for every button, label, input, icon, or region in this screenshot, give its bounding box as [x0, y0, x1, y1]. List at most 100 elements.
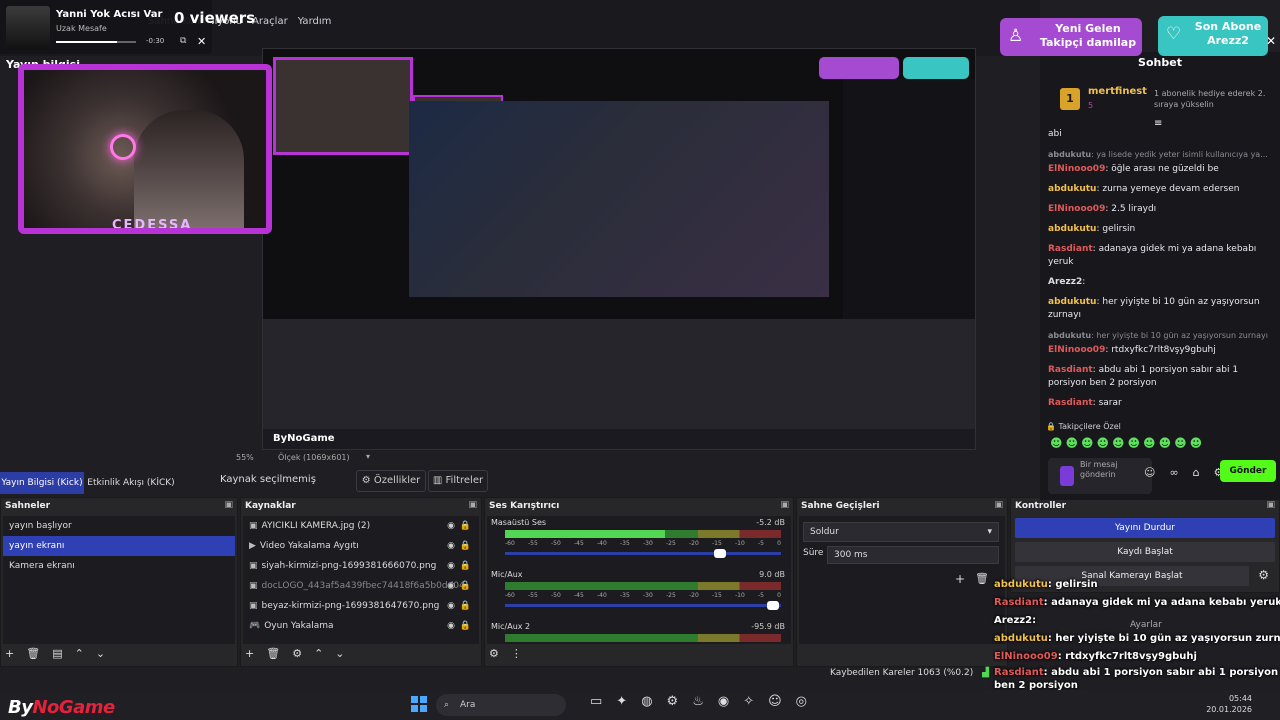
chat-username[interactable]: ElNinooo09 [1048, 204, 1105, 214]
gear-icon[interactable]: ⚙ [292, 647, 302, 663]
dock-menu-icon[interactable]: ▣ [780, 500, 789, 510]
close-icon[interactable]: ✕ [197, 35, 206, 48]
spotify-icon[interactable]: ◉ [718, 694, 729, 709]
chevron-down-icon[interactable]: ▾ [366, 452, 370, 461]
close-icon[interactable]: ✕ [1266, 34, 1276, 48]
add-icon[interactable]: + [955, 572, 965, 586]
lock-icon[interactable]: 🔒 [460, 536, 471, 556]
filter-icon[interactable]: ▤ [52, 647, 62, 663]
windows-start-icon[interactable] [411, 696, 427, 712]
chat-username[interactable]: ElNinooo09 [1048, 164, 1105, 174]
link-icon[interactable]: ∞ [1169, 466, 1178, 479]
zoom-level[interactable]: 55% [236, 453, 254, 462]
chat-message[interactable]: ElNinooo09: öğle arası ne güzeldi be [1048, 163, 1276, 176]
dock-menu-icon[interactable]: ▣ [468, 500, 477, 510]
send-button[interactable]: Gönder [1220, 460, 1276, 482]
settings-icon[interactable]: ⚙ [667, 694, 679, 709]
chat-username[interactable]: abdukutu [1048, 150, 1091, 159]
lock-icon[interactable]: 🔒 [460, 596, 471, 616]
gear-icon[interactable]: ⚙ [489, 647, 499, 663]
gift-icon[interactable]: ⌂ [1193, 466, 1200, 479]
chat-username[interactable]: abdukutu [1048, 224, 1096, 234]
volume-handle[interactable] [766, 601, 779, 610]
preview-canvas[interactable]: ByNoGame [262, 48, 976, 450]
dock-menu-icon[interactable]: ▣ [224, 500, 233, 510]
leader-name[interactable]: mertfinest [1088, 86, 1147, 97]
source-item[interactable]: ▶ Video Yakalama Aygıtı ◉ 🔒 [243, 536, 479, 556]
volume-handle[interactable] [714, 549, 727, 558]
chevron-up-icon[interactable]: ⌃ [314, 647, 323, 663]
chat-username[interactable]: ElNinooo09 [1048, 345, 1105, 355]
obs-icon[interactable]: ◎ [796, 694, 807, 709]
track-progress[interactable] [56, 41, 136, 43]
trash-icon[interactable]: 🗑 [975, 572, 989, 585]
discord-icon[interactable]: ☺ [768, 694, 782, 709]
canvas-size[interactable]: Ölçek (1069x601) [278, 453, 350, 462]
scene-item[interactable]: Kamera ekranı [3, 556, 235, 576]
chat-message[interactable]: ElNinooo09: rtdxyfkc7rlt8vşy9gbuhj [1048, 344, 1276, 357]
lock-icon[interactable]: 🔒 [460, 516, 471, 536]
properties-button[interactable]: ⚙ Özellikler [356, 470, 426, 492]
dock-menu-icon[interactable]: ▣ [994, 500, 1003, 510]
trash-icon[interactable]: 🗑 [26, 647, 40, 663]
chat-username[interactable]: Rasdiant [1048, 365, 1093, 375]
source-item[interactable]: ▣ AYICIKLI KAMERA.jpg (2) ◉ 🔒 [243, 516, 479, 536]
scene-item[interactable]: yayın başlıyor [3, 516, 235, 536]
steam-icon[interactable]: ♨ [692, 694, 704, 709]
chat-message[interactable]: Rasdiant: adanaya gidek mi ya adana keba… [1048, 243, 1276, 269]
source-item[interactable]: ▣ beyaz-kirmizi-png-1699381647670.png ◉ 🔒 [243, 596, 479, 616]
lock-icon[interactable]: 🔒 [460, 576, 471, 596]
start-recording-button[interactable]: Kaydı Başlat [1015, 542, 1275, 562]
copilot-icon[interactable]: ✦ [616, 694, 627, 709]
eye-icon[interactable]: ◉ [447, 616, 455, 636]
popout-icon[interactable]: ⧉ [180, 36, 186, 46]
tab-activity-feed[interactable]: Etkinlik Akışı (KİCK) [86, 472, 176, 494]
chevron-down-icon[interactable]: ⌄ [335, 647, 344, 663]
eye-icon[interactable]: ◉ [447, 516, 455, 536]
add-icon[interactable]: + [5, 647, 14, 663]
chat-message[interactable]: abdukutu: ya lisede yedik yeter isimli k… [1048, 148, 1276, 161]
tab-stream-info[interactable]: Yayın Bilgisi (Kick) [0, 472, 84, 494]
chat-message[interactable]: Rasdiant: abdu abi 1 porsiyon sabır abi … [1048, 364, 1276, 390]
eye-icon[interactable]: ◉ [447, 576, 455, 596]
file-explorer-icon[interactable]: ▭ [590, 694, 602, 709]
lock-icon[interactable]: 🔒 [460, 616, 471, 636]
menu-item[interactable]: Araçlar [252, 16, 288, 27]
emoji-icon[interactable]: ☺ [1144, 466, 1155, 479]
chat-username[interactable]: abdukutu [1048, 184, 1096, 194]
volume-slider[interactable] [505, 549, 781, 558]
taskbar-search[interactable]: ⌕ Ara [436, 694, 566, 716]
stop-stream-button[interactable]: Yayını Durdur [1015, 518, 1275, 538]
eye-icon[interactable]: ◉ [447, 596, 455, 616]
chat-message[interactable]: ElNinooo09: 2.5 liraydı [1048, 203, 1276, 216]
chat-username[interactable]: Arezz2 [1048, 277, 1082, 287]
source-item[interactable]: 🎮 Oyun Yakalama ◉ 🔒 [243, 616, 479, 636]
chevron-down-icon[interactable]: ⌄ [96, 647, 105, 663]
menu-item[interactable]: Yardım [298, 16, 332, 27]
source-item[interactable]: ▣ siyah-kirmizi-png-1699381666070.png ◉ 🔒 [243, 556, 479, 576]
chat-username[interactable]: abdukutu [1048, 331, 1091, 340]
source-item[interactable]: ▣ docLOGO_443af5a439fbec74418f6a5b0dd04 ◉ 🔒 [243, 576, 479, 596]
lock-icon[interactable]: 🔒 [460, 556, 471, 576]
game-icon[interactable]: ✧ [743, 694, 754, 709]
chat-message[interactable]: Rasdiant: sarar [1048, 397, 1276, 410]
chat-username[interactable]: abdukutu [1048, 297, 1096, 307]
chat-message[interactable]: Arezz2: [1048, 276, 1276, 289]
chat-message[interactable]: abdukutu: her yiyişte bi 10 gün az yaşıy… [1048, 296, 1276, 322]
chat-message[interactable]: abdukutu: zurna yemeye devam edersen [1048, 183, 1276, 196]
clock[interactable]: 05:44 20.01.2026 [1200, 693, 1252, 715]
chat-message[interactable]: abdukutu: her yiyişte bi 10 gün az yaşıy… [1048, 329, 1276, 342]
chat-message[interactable]: abdukutu: gelirsin [1048, 223, 1276, 236]
filters-button[interactable]: ▥ Filtreler [428, 470, 488, 492]
eye-icon[interactable]: ◉ [447, 536, 455, 556]
chat-username[interactable]: Rasdiant [1048, 398, 1093, 408]
chat-message[interactable]: abi [1048, 128, 1276, 141]
trash-icon[interactable]: 🗑 [266, 647, 280, 663]
more-icon[interactable]: ⋮ [511, 647, 522, 663]
edge-icon[interactable]: ◍ [641, 694, 652, 709]
dock-menu-icon[interactable]: ▣ [1266, 500, 1275, 510]
chevron-up-icon[interactable]: ⌃ [75, 647, 84, 663]
add-icon[interactable]: + [245, 647, 254, 663]
volume-slider[interactable] [505, 601, 781, 610]
duration-input[interactable]: 300 ms [827, 546, 999, 564]
